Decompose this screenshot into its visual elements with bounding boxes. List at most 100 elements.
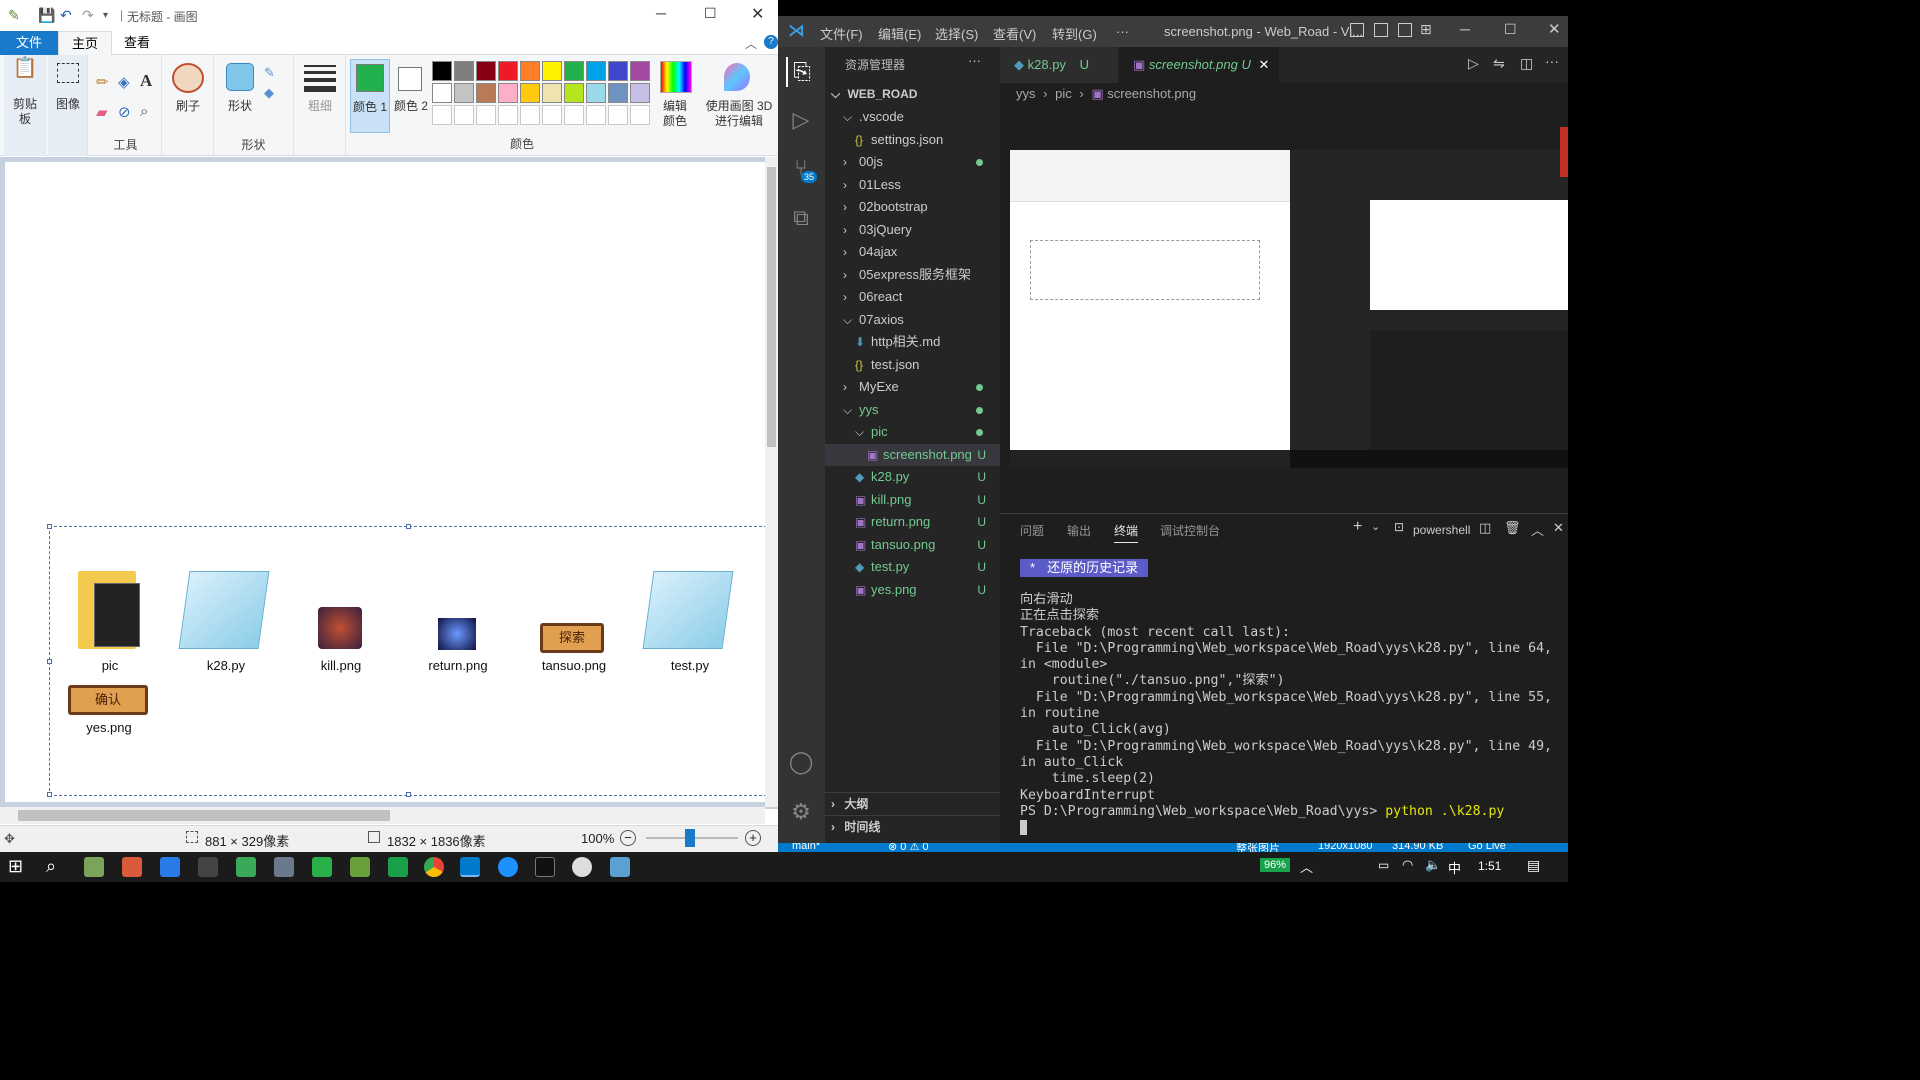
tree-item[interactable]: ◆ test.py U [825,556,1000,578]
notification-icon[interactable]: ▤ [1527,857,1540,874]
toggle-sidebar-icon[interactable] [1350,23,1364,37]
custom-color-slot[interactable] [454,105,474,125]
extensions-icon[interactable]: ⧉ [786,203,816,233]
menu-file[interactable]: 文件(F) [820,24,863,43]
selection-handle[interactable] [47,524,52,529]
tab-home[interactable]: 主页 [58,31,112,55]
app-taskbar-icon[interactable] [122,857,142,877]
pencil-icon[interactable]: ✏ [96,73,109,91]
app-taskbar-icon[interactable] [160,857,180,877]
tree-item[interactable]: ◆ k28.py U [825,466,1000,488]
selection-handle[interactable] [47,659,52,664]
terminal-shell-name[interactable]: powershell [1413,523,1470,537]
color-swatch[interactable] [520,61,540,81]
customize-layout-icon[interactable]: ⊞ [1420,21,1432,38]
close-button[interactable]: ✕ [751,4,764,24]
color-swatch[interactable] [586,61,606,81]
breadcrumb-item[interactable]: yys [1016,86,1036,101]
problems-indicator[interactable]: ⊗ 0 ⚠ 0 [888,843,928,852]
color-swatch[interactable] [476,83,496,103]
panel-tab-debug-console[interactable]: 调试控制台 [1160,522,1220,539]
edit-colors-button[interactable]: 编辑颜色 [658,99,692,129]
color-swatch[interactable] [608,61,628,81]
wifi-icon[interactable]: ◠ [1402,857,1413,873]
app-taskbar-icon[interactable] [274,857,294,877]
vertical-scroll-thumb[interactable] [767,167,776,447]
breadcrumb-item[interactable]: pic [1055,86,1072,101]
volume-icon[interactable]: 🔈 [1425,857,1441,873]
clock[interactable]: 1:51 [1478,859,1501,873]
vscode-close-button[interactable]: ✕ [1548,20,1561,38]
go-live-button[interactable]: Go Live [1468,843,1506,852]
color-swatch[interactable] [630,61,650,81]
color-picker-icon[interactable]: ⊘ [118,103,131,121]
horizontal-scroll-thumb[interactable] [18,810,390,821]
app-taskbar-icon[interactable] [350,857,370,877]
timeline-section[interactable]: › 时间线 [825,815,1000,837]
search-icon[interactable]: ⌕ [46,856,56,877]
zoom-slider-thumb[interactable] [685,829,695,847]
app-taskbar-icon[interactable] [236,857,256,877]
close-tab-icon[interactable]: ✕ [1258,57,1269,72]
tab-view[interactable]: 查看 [112,31,162,55]
run-debug-icon[interactable]: ▷ [786,105,816,135]
color-swatch[interactable] [432,61,452,81]
quick-access-dropdown-icon[interactable]: ▾ [103,10,108,21]
color-swatch[interactable] [454,61,474,81]
breadcrumb-item[interactable]: screenshot.png [1107,86,1196,101]
battery-icon[interactable]: ▭ [1378,858,1389,872]
close-panel-icon[interactable]: ✕ [1553,520,1564,536]
color-swatch[interactable] [586,83,606,103]
vscode-maximize-button[interactable]: ☐ [1504,21,1517,38]
size-button[interactable]: 粗细 [304,99,336,114]
tree-item[interactable]: › 01Less [825,174,1000,196]
split-terminal-icon[interactable]: ◫ [1479,520,1491,536]
tree-item[interactable]: ▣ tansuo.png U [825,534,1000,556]
custom-color-slot[interactable] [520,105,540,125]
tree-item[interactable]: ▣ return.png U [825,511,1000,533]
brushes-button[interactable]: 刷子 [172,99,204,114]
paint-taskbar-icon[interactable] [84,857,104,877]
tray-chevron-icon[interactable]: ︿ [1300,857,1313,876]
workspace-root[interactable]: ⌵ WEB_ROAD [825,83,1000,105]
toggle-panel-icon[interactable] [1374,23,1388,37]
terminal-taskbar-icon[interactable] [535,857,555,877]
tab-file[interactable]: 文件 [0,31,58,55]
color-swatch[interactable] [476,61,496,81]
shapes-button[interactable]: 形状 [226,99,254,114]
collapse-ribbon-icon[interactable]: ︿ [745,35,757,52]
help-icon[interactable]: ? [764,35,778,49]
custom-color-slot[interactable] [608,105,628,125]
color-swatch[interactable] [498,61,518,81]
tree-item[interactable]: ⬇ http相关.md [825,331,1000,353]
chrome-taskbar-icon[interactable] [424,857,444,877]
outline-section[interactable]: › 大纲 [825,792,1000,814]
maximize-button[interactable]: ☐ [704,5,717,22]
start-button[interactable]: ⊞ [8,856,23,877]
menu-view[interactable]: 查看(V) [993,24,1036,43]
color-swatch[interactable] [454,83,474,103]
custom-color-slot[interactable] [542,105,562,125]
explorer-icon[interactable]: ⎘ [786,57,816,87]
account-icon[interactable]: ◯ [786,747,816,777]
save-icon[interactable]: 💾 [38,7,55,24]
tree-item[interactable]: ⌵ yys [825,399,1000,421]
panel-tab-terminal[interactable]: 终端 [1114,522,1139,543]
tree-item[interactable]: › 06react [825,286,1000,308]
battery-indicator[interactable]: 96% [1260,858,1291,872]
custom-color-slot[interactable] [498,105,518,125]
color-swatch[interactable] [608,83,628,103]
color-swatch[interactable] [564,83,584,103]
editor-more-icon[interactable]: ··· [1545,53,1559,69]
zoom-out-button[interactable]: − [620,830,636,846]
terminal-output[interactable]: 向右滑动 正在点击探索 Traceback (most recent call la… [1020,592,1560,836]
vscode-taskbar-icon[interactable] [460,857,480,877]
color-swatch[interactable] [432,83,452,103]
app-taskbar-icon[interactable] [388,857,408,877]
run-file-icon[interactable]: ▷ [1468,55,1479,72]
menu-more[interactable]: ··· [1116,24,1129,39]
wechat-taskbar-icon[interactable] [312,857,332,877]
selection-handle[interactable] [47,792,52,797]
paint3d-button[interactable]: 使用画图 3D 进行编辑 [700,99,778,129]
menu-go[interactable]: 转到(G) [1052,24,1097,43]
